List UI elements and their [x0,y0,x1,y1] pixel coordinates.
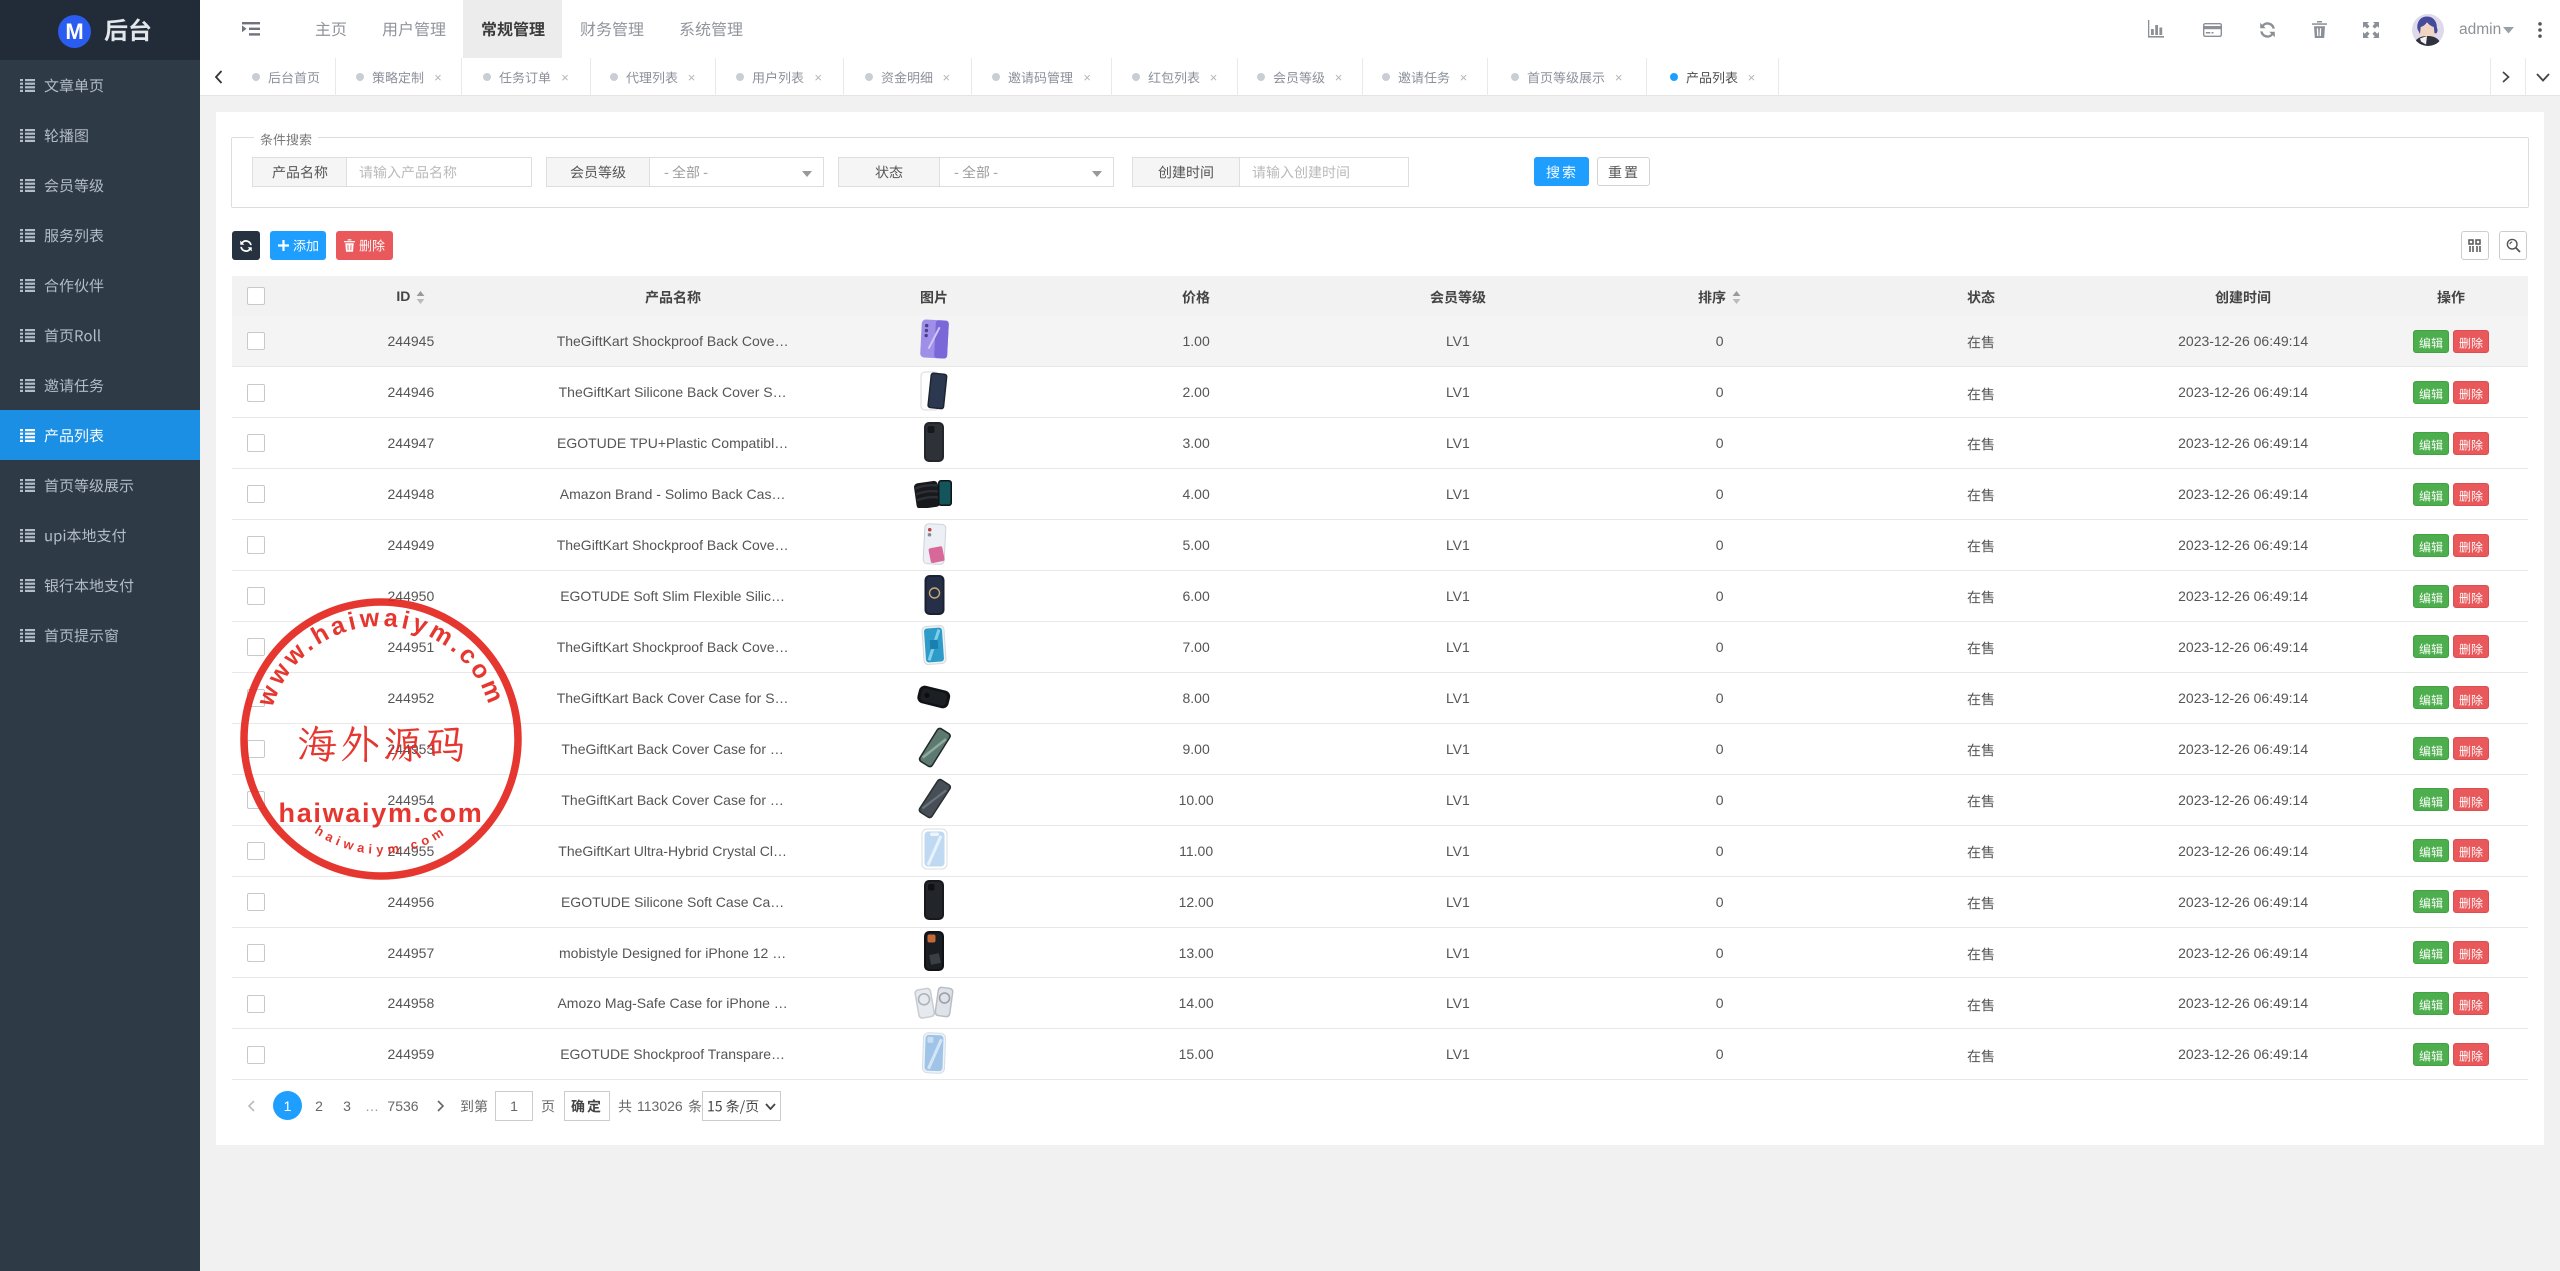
svg-text:www.haiwaiym.com: www.haiwaiym.com [251,604,511,711]
svg-text:haiwaiym.com: haiwaiym.com [279,798,484,828]
